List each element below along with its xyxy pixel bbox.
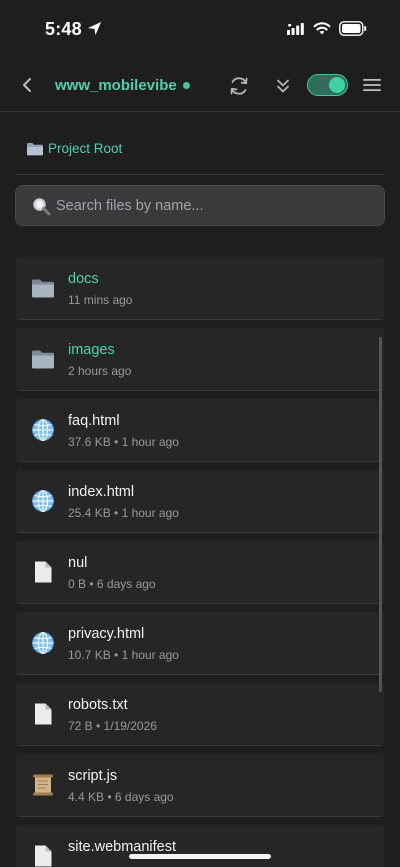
document-icon: [30, 701, 56, 727]
file-row[interactable]: images 2 hours ago: [16, 328, 384, 391]
file-name: faq.html: [68, 413, 120, 429]
file-row[interactable]: docs 11 mins ago: [16, 257, 384, 320]
file-row[interactable]: script.js 4.4 KB • 6 days ago: [16, 754, 384, 817]
connection-status-dot: [183, 82, 190, 89]
document-icon: [30, 843, 56, 867]
file-row[interactable]: robots.txt 72 B • 1/19/2026: [16, 683, 384, 746]
document-icon: [30, 559, 56, 585]
location-arrow-icon: [87, 21, 102, 36]
refresh-icon[interactable]: [228, 75, 250, 97]
file-name: privacy.html: [68, 626, 145, 642]
status-bar: 5:48: [0, 0, 400, 56]
search-placeholder: Search files by name...: [56, 198, 204, 214]
file-meta: 10.7 KB • 1 hour ago: [68, 648, 179, 662]
file-row[interactable]: faq.html 37.6 KB • 1 hour ago: [16, 399, 384, 462]
cellular-signal-icon: [287, 23, 304, 35]
file-name: nul: [68, 555, 88, 571]
file-meta: 72 B • 1/19/2026: [68, 719, 157, 733]
breadcrumb-label: Project Root: [48, 141, 123, 156]
folder-icon: [30, 346, 56, 372]
search-icon: [33, 198, 51, 216]
globe-icon: [30, 417, 56, 443]
breadcrumb[interactable]: Project Root: [26, 141, 122, 156]
file-row[interactable]: nul 0 B • 6 days ago: [16, 541, 384, 604]
file-meta: 37.6 KB • 1 hour ago: [68, 435, 179, 449]
divider: [16, 174, 384, 175]
toggle-knob: [329, 77, 345, 93]
file-list: docs 11 mins ago images 2 hours ago faq.html…: [16, 257, 385, 867]
globe-icon: [30, 488, 56, 514]
file-name: images: [68, 342, 115, 358]
project-title[interactable]: www_mobilevibe: [55, 77, 177, 94]
file-meta: 0 B • 6 days ago: [68, 577, 156, 591]
folder-icon: [27, 142, 43, 155]
live-toggle[interactable]: [307, 74, 348, 96]
file-row[interactable]: privacy.html 10.7 KB • 1 hour ago: [16, 612, 384, 675]
file-name: site.webmanifest: [68, 839, 176, 855]
file-name: script.js: [68, 768, 118, 784]
folder-icon: [30, 275, 56, 301]
home-indicator: [129, 854, 271, 859]
globe-icon: [30, 630, 56, 656]
file-name: docs: [68, 271, 99, 287]
file-row[interactable]: site.webmanifest: [16, 825, 384, 867]
wifi-icon: [313, 22, 331, 35]
search-input[interactable]: Search files by name...: [15, 185, 385, 226]
file-name: robots.txt: [68, 697, 128, 713]
nav-bar: www_mobilevibe: [0, 56, 400, 112]
file-row[interactable]: index.html 25.4 KB • 1 hour ago: [16, 470, 384, 533]
file-name: index.html: [68, 484, 135, 500]
double-chevron-down-icon[interactable]: [274, 76, 292, 96]
file-meta: 25.4 KB • 1 hour ago: [68, 506, 179, 520]
scrollbar[interactable]: [379, 337, 382, 692]
back-chevron-icon[interactable]: [16, 74, 38, 96]
battery-icon: [339, 21, 367, 36]
hamburger-menu-icon[interactable]: [363, 78, 381, 92]
file-meta: 4.4 KB • 6 days ago: [68, 790, 174, 804]
file-meta: 11 mins ago: [68, 293, 133, 307]
scroll-icon: [30, 772, 56, 798]
status-time: 5:48: [45, 19, 82, 39]
file-meta: 2 hours ago: [68, 364, 132, 378]
